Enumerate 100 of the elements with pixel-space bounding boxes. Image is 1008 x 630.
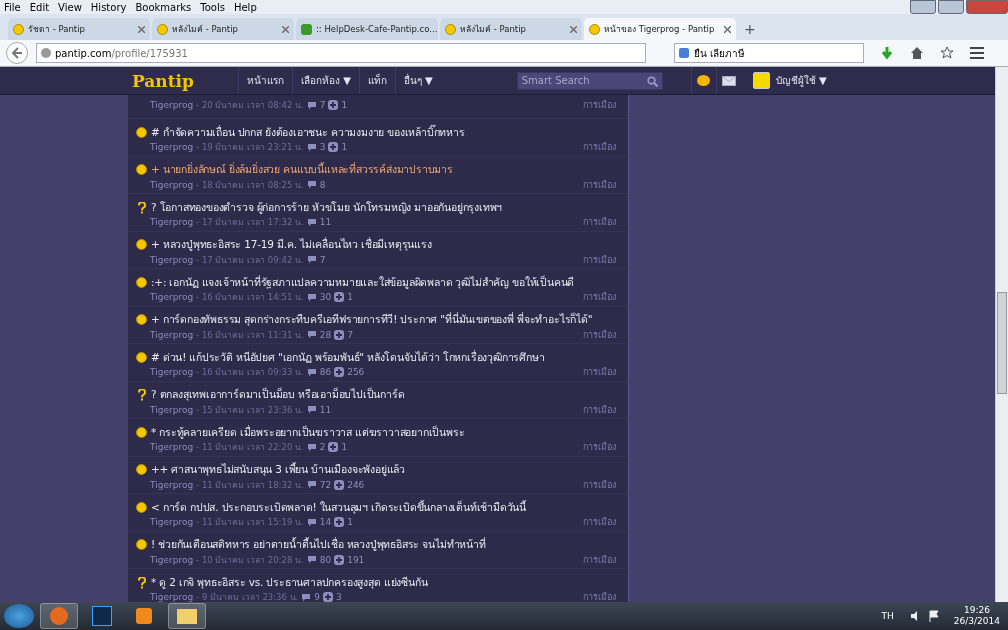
nav-link[interactable]: เลือกห้อง ▼ bbox=[292, 67, 359, 94]
close-icon[interactable] bbox=[138, 25, 145, 33]
browser-tab[interactable]: รัชดา - Pantip bbox=[8, 18, 150, 40]
author-link[interactable]: Tigerprog bbox=[150, 517, 194, 527]
plus-icon bbox=[334, 554, 345, 565]
menu-icon[interactable] bbox=[970, 47, 984, 59]
post-date: - 20 มีนาคม เวลา 08:42 น. bbox=[196, 99, 304, 112]
topic-title[interactable]: + หลวงปู่พุทธะอิสระ 17-19 มี.ค. ไม่เคลื่อนไหว เชื่อมีเหตุรุนแรง bbox=[151, 236, 432, 253]
question-icon bbox=[136, 576, 147, 588]
author-link[interactable]: Tigerprog bbox=[150, 479, 194, 490]
question-icon bbox=[136, 389, 147, 400]
author-link[interactable]: Tigerprog bbox=[150, 179, 194, 190]
smiley-icon bbox=[136, 464, 147, 475]
comment-icon bbox=[306, 292, 317, 302]
topic-title[interactable]: ? โอกาสทองของตำรวจ ผู้ก่อการร้าย หัวขโมย นักโทรมหญิง มาออกันอยู่กรุงเทพฯ bbox=[151, 198, 503, 216]
topic-title[interactable]: # กำจัดความเถื่อน ปกกส ยังต้องเอาชนะ ความงมงาย ของเหล้าบิ๊กทหาร bbox=[151, 123, 465, 141]
vote-count: 1 bbox=[341, 142, 348, 152]
post-date: - 11 มีนาคม เวลา 15:19 น. bbox=[196, 516, 304, 529]
menu-item[interactable]: Help bbox=[233, 1, 257, 13]
download-icon[interactable] bbox=[880, 46, 894, 60]
smiley-icon bbox=[136, 351, 147, 363]
account-menu[interactable]: บัญชีผู้ใช้ ▼ bbox=[752, 72, 827, 89]
vote-count: 246 bbox=[347, 479, 365, 490]
menu-item[interactable]: View bbox=[58, 1, 82, 13]
menu-item[interactable]: History bbox=[90, 1, 127, 13]
menu-item[interactable]: File bbox=[4, 1, 21, 13]
logo[interactable]: Pantip bbox=[132, 70, 238, 91]
comment-icon bbox=[306, 367, 317, 377]
search-field[interactable]: Smart Search bbox=[516, 71, 663, 90]
nav-link[interactable]: หน้าแรก bbox=[238, 67, 292, 94]
topic-title[interactable]: ! ช่วยกันเตือนสติทหาร อย่าตายน้ำตื้นไปเชื่อ หลวงปู่พุทธอิสระ จนไม่ทำหน้าที่ bbox=[151, 536, 486, 553]
author-link[interactable]: Tigerprog bbox=[150, 554, 194, 565]
post-date: - 16 มีนาคม เวลา 09:33 น. bbox=[196, 366, 304, 379]
plus-icon bbox=[334, 367, 345, 377]
topic-title[interactable]: :+: เอกนัฏ แจงเจ้าหน้าที่รัฐสภาแปลความหมายและใส่ข้อมูลผิดพลาด วุฒิไม่สำคัญ ขอให้เป็นคนดี bbox=[151, 273, 575, 291]
comment-icon bbox=[306, 442, 317, 452]
post-date: - 18 มีนาคม เวลา 08:25 น. bbox=[196, 178, 304, 192]
smiley-icon bbox=[157, 23, 168, 35]
close-icon[interactable] bbox=[282, 25, 289, 33]
browser-taskbar-icon[interactable] bbox=[40, 603, 78, 629]
back-button[interactable] bbox=[6, 42, 28, 64]
author-link[interactable]: Tigerprog bbox=[150, 367, 194, 377]
topic-title[interactable]: + นายกยิ่งลักษณ์ ยิ่งล้มยิ่งสวย คนแบบนี้แหละที่สวรรค์ส่งมาปราบมาร bbox=[151, 161, 453, 178]
topic-title[interactable]: # ด่วน! แก้ประวัติ หนีอัปยศ "เอกนัฏ พร้อมพันธ์" หลังโดนจับได้ว่า โกหกเรื่องวุฒิการศึกษา bbox=[151, 348, 545, 366]
topic-title[interactable]: * กระทู้คลายเครียด เมื่อพระอยากเป็นฆราวาส แต่ฆราวาสอยากเป็นพระ bbox=[151, 423, 465, 441]
nav-link[interactable]: แท็ก bbox=[358, 67, 395, 94]
close-icon[interactable] bbox=[570, 25, 577, 33]
plus-icon bbox=[334, 329, 345, 340]
author-link[interactable]: Tigerprog bbox=[150, 217, 194, 227]
browser-tab[interactable]: :: HelpDesk-Cafe-Pantip.co... bbox=[296, 18, 438, 40]
menu-item[interactable]: Edit bbox=[29, 1, 50, 13]
flag-icon[interactable] bbox=[927, 610, 940, 622]
star-icon[interactable] bbox=[940, 46, 954, 60]
menu-item[interactable]: Bookmarks bbox=[135, 1, 192, 13]
author-link[interactable]: Tigerprog bbox=[150, 329, 194, 340]
browser-tab[interactable]: หลังไมค์ - Pantip bbox=[152, 18, 294, 40]
author-link[interactable]: Tigerprog bbox=[150, 442, 194, 452]
vote-count: 3 bbox=[336, 592, 342, 602]
plus-icon bbox=[328, 442, 339, 452]
new-tab-button[interactable]: + bbox=[738, 21, 762, 40]
topic-title[interactable]: ? ตกลงสุเทพเอาการ์ดมาเป็นม็อบ หรือเอาม็อบไปเป็นการ์ด bbox=[151, 386, 405, 403]
comment-icon bbox=[306, 405, 317, 414]
comment-count: 3 bbox=[319, 142, 326, 152]
comment-count: 14 bbox=[319, 517, 332, 527]
author-link[interactable]: Tigerprog bbox=[150, 404, 194, 415]
comment-count: 28 bbox=[319, 329, 332, 340]
post-date: - 19 มีนาคม เวลา 23:21 น. bbox=[196, 141, 304, 154]
comment-count: 2 bbox=[319, 442, 326, 452]
comment-icon bbox=[306, 100, 317, 110]
folder-taskbar-icon[interactable] bbox=[168, 603, 206, 629]
topic-title[interactable]: + การ์ดกองทัพธรรม สุดกร่างกระทืบครีเอทีฟรายการทีวี! ประกาศ "ที่นี่มันเขตของพี่ พี่จะทำอะไรก็ได้" bbox=[151, 311, 593, 328]
author-link[interactable]: Tigerprog bbox=[150, 142, 194, 152]
browser-tab[interactable]: หลังไมค์ - Pantip bbox=[440, 18, 582, 40]
browser-tab[interactable]: หน้าของ Tigerprog - Pantip bbox=[584, 18, 736, 40]
clock[interactable]: 19:26 26/3/2014 bbox=[953, 605, 1000, 627]
author-link[interactable]: Tigerprog bbox=[150, 592, 194, 602]
close-icon[interactable] bbox=[724, 25, 731, 33]
author-link[interactable]: Tigerprog bbox=[150, 100, 194, 110]
topic-title[interactable]: * ดู 2 เกจิ พุทธะอิสระ vs. ประธานศาลปกครองสูงสุด แย่งซีนกัน bbox=[151, 573, 428, 591]
nav-link[interactable]: อื่นๆ ▼ bbox=[394, 67, 441, 94]
vote-count: 191 bbox=[347, 554, 365, 565]
menu-item[interactable]: Tools bbox=[200, 1, 225, 13]
scrollbar[interactable] bbox=[995, 67, 1008, 602]
address-field[interactable]: pantip.com/profile/175931 bbox=[36, 43, 646, 63]
comment-count: 7 bbox=[319, 254, 326, 265]
author-link[interactable]: Tigerprog bbox=[150, 292, 194, 302]
comment-count: 30 bbox=[319, 292, 332, 302]
post-date: - 9 มีนาคม เวลา 23:36 น. bbox=[196, 591, 299, 602]
post-date: - 11 มีนาคม เวลา 22:20 น. bbox=[196, 441, 304, 454]
vote-count: 1 bbox=[341, 100, 348, 110]
plus-icon bbox=[334, 479, 345, 490]
start-button[interactable] bbox=[4, 604, 34, 628]
home-icon[interactable] bbox=[910, 46, 924, 60]
topic-title[interactable]: < การ์ด กปปส. ประกอบระเบิดพลาด! ในสวนลุมฯ เกิดระเบิดขึ้นกลางเต็นท์เช้ามืดวันนี้ bbox=[151, 498, 527, 516]
author-link[interactable]: Tigerprog bbox=[150, 254, 194, 265]
search-field[interactable]: ยืน เลียภาษี bbox=[674, 43, 864, 63]
smiley-icon bbox=[13, 23, 24, 35]
comment-icon bbox=[306, 180, 317, 189]
topic-title[interactable]: ++ ศาสนาพุทธไม่สนับสนุน 3 เพี้ยน บ้านเมืองจะพังอยู่แล้ว bbox=[151, 461, 406, 478]
language-indicator[interactable]: TH bbox=[881, 611, 894, 621]
